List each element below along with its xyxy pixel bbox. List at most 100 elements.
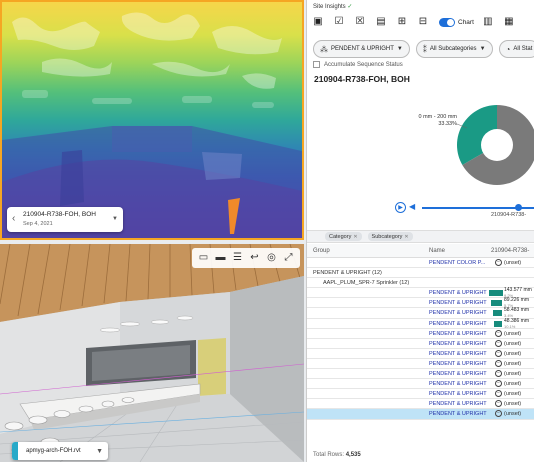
checklist-icon[interactable]: ☑ [332,15,346,29]
point-cloud-viewer[interactable]: ‹ 210904-R738-FOH, BOH Sep 4, 2021 ▼ [0,0,304,240]
row-value: (unset) [504,360,522,367]
site-insights-panel: Site Insights ✓ ▣ ☑ ☒ ▤ ⊞ ⊟ Chart ▥ ▦ ⁂ … [306,0,534,462]
app-root: ‹ 210904-R738-FOH, BOH Sep 4, 2021 ▼ ▭ ▬… [0,0,534,462]
chart-toggle[interactable]: Chart [439,17,474,27]
circle-icon: − [495,400,502,408]
folder-icon[interactable]: ▭ [196,250,211,265]
column-name[interactable]: Name [429,248,445,254]
row-name[interactable]: PENDENT & UPRIGHT [429,310,487,316]
add-rows-icon[interactable]: ⊞ [395,15,409,29]
chevron-down-icon: ▼ [396,46,403,52]
table-row[interactable]: PENDENT & UPRIGHT 89.226 mm 5.7% [307,298,534,309]
bim-render [0,244,304,462]
accumulate-option[interactable]: Accumulate Sequence Status [313,61,403,68]
row-name[interactable]: PENDENT & UPRIGHT [429,361,487,367]
table-row[interactable]: PENDENT & UPRIGHT − (unset) [307,409,534,420]
circle-icon: − [495,359,502,367]
chip-label: Category [329,233,352,240]
chevron-left-icon[interactable]: ‹ [12,213,15,224]
table-row[interactable]: PENDENT & UPRIGHT − (unset) [307,339,534,349]
toggle-switch[interactable] [439,17,455,27]
table-row[interactable]: PENDENT & UPRIGHT 143.577 mm 9.2% [307,288,534,299]
close-icon[interactable]: ✕ [404,234,408,240]
bim-toolbar: ▭ ▬ ☰ ↩ ◎ ⤢ [192,248,300,268]
table-row[interactable]: PENDENT COLOR P... − (unset) [307,258,534,269]
insights-title: Site Insights ✓ [313,3,352,10]
row-value: (unset) [504,391,522,398]
insights-title-text: Site Insights [313,4,346,10]
table-row[interactable]: PENDENT & UPRIGHT − (unset) [307,399,534,410]
group-row-label: PENDENT & UPRIGHT (12) [313,270,382,277]
table-row[interactable]: PENDENT & UPRIGHT − (unset) [307,349,534,359]
version-name: 210904-R738-FOH, BOH [23,211,96,218]
bar-chart-icon[interactable]: ▥ [481,15,495,29]
clear-list-icon[interactable]: ☒ [353,15,367,29]
arrow-left-icon[interactable]: ◀ [409,202,415,211]
circle-icon: − [495,390,502,398]
status-filter-label: All Stat [513,46,533,52]
subcategory-filter-label: All Subcategories [429,46,477,52]
row-name[interactable]: PENDENT & UPRIGHT [429,381,487,387]
group-row[interactable]: PENDENT & UPRIGHT (12) [307,268,534,279]
total-rows-count: 4,535 [345,452,361,458]
value-bar [491,300,502,307]
accumulate-label: Accumulate Sequence Status [324,61,403,68]
remove-rows-icon[interactable]: ⊟ [416,15,430,29]
ruler-icon[interactable]: ▬ [213,250,228,265]
table-row[interactable]: PENDENT & UPRIGHT 58.483 mm 3.4% [307,308,534,319]
table-row[interactable]: PENDENT & UPRIGHT − (unset) [307,359,534,370]
row-name[interactable]: PENDENT COLOR P... [429,260,485,266]
table-row[interactable]: PENDENT & UPRIGHT − (unset) [307,329,534,339]
table-row[interactable]: PENDENT & UPRIGHT 48.386 mm 10.1% [307,318,534,329]
play-icon[interactable]: ▶ [395,202,406,213]
row-value: (unset) [504,401,522,408]
row-name[interactable]: PENDENT & UPRIGHT [429,351,487,357]
row-name[interactable]: PENDENT & UPRIGHT [429,341,487,347]
row-name[interactable]: PENDENT & UPRIGHT [429,391,487,397]
table-row[interactable]: PENDENT & UPRIGHT − (unset) [307,379,534,390]
pie-label-percent: 33.33% [438,121,457,127]
row-value: (unset) [504,371,522,378]
model-name: apmyg-arch-FOH.rvt [26,448,81,454]
chevron-down-icon[interactable]: ▼ [112,216,118,222]
chip-label: Subcategory [371,233,403,240]
camera-icon[interactable]: ◎ [264,250,279,265]
subgroup-row[interactable]: AAPL_PLUM_SPR-7 Sprinkler (12) [307,278,534,289]
group-chip-subcategory[interactable]: Subcategory ✕ [367,232,413,241]
sliders-icon[interactable]: ☰ [230,250,245,265]
gauge-icon: ◔ [505,44,511,54]
row-name[interactable]: PENDENT & UPRIGHT [429,411,487,417]
save-icon[interactable]: ▣ [311,15,325,29]
model-selector[interactable]: apmyg-arch-FOH.rvt ▼ [12,442,108,460]
group-chip-category[interactable]: Category ✕ [325,232,362,241]
close-icon[interactable]: ✕ [353,234,357,240]
value-bar [494,320,502,327]
subcategory-filter[interactable]: ⁑ All Subcategories ▼ [415,40,493,58]
row-name[interactable]: PENDENT & UPRIGHT [429,371,487,377]
check-icon: ✓ [347,4,353,10]
column-version[interactable]: 210904-R738- [491,248,529,254]
table-row[interactable]: PENDENT & UPRIGHT − (unset) [307,389,534,400]
chart-toggle-label: Chart [458,18,474,26]
row-name[interactable]: PENDENT & UPRIGHT [429,290,487,296]
column-chart-icon[interactable]: ▦ [502,15,516,29]
category-filter[interactable]: ⁂ PENDENT & UPRIGHT ▼ [313,40,410,58]
bim-viewer[interactable]: ▭ ▬ ☰ ↩ ◎ ⤢ apmyg-arch-FOH.rvt ▼ [0,244,304,462]
timeline-knob[interactable] [515,204,522,211]
chevron-down-icon[interactable]: ▼ [96,448,103,455]
row-name[interactable]: PENDENT & UPRIGHT [429,321,487,327]
accumulate-checkbox[interactable] [313,61,320,68]
pie-slice-label: 0 mm - 200 mm 33.33% [407,114,457,128]
status-filter[interactable]: ◔ All Stat [498,40,534,58]
chevron-down-icon: ▼ [479,46,486,52]
table-row[interactable]: PENDENT & UPRIGHT − (unset) [307,369,534,380]
undo-icon[interactable]: ↩ [247,250,262,265]
column-group[interactable]: Group [313,248,330,254]
export-icon[interactable]: ▤ [374,15,388,29]
timeline: ▶ ◀ 210904-R738- [307,198,534,222]
row-name[interactable]: PENDENT & UPRIGHT [429,331,487,337]
row-name[interactable]: PENDENT & UPRIGHT [429,300,487,306]
expand-icon[interactable]: ⤢ [281,250,296,265]
row-name[interactable]: PENDENT & UPRIGHT [429,401,487,407]
version-selector[interactable]: ‹ 210904-R738-FOH, BOH Sep 4, 2021 ▼ [7,207,123,232]
